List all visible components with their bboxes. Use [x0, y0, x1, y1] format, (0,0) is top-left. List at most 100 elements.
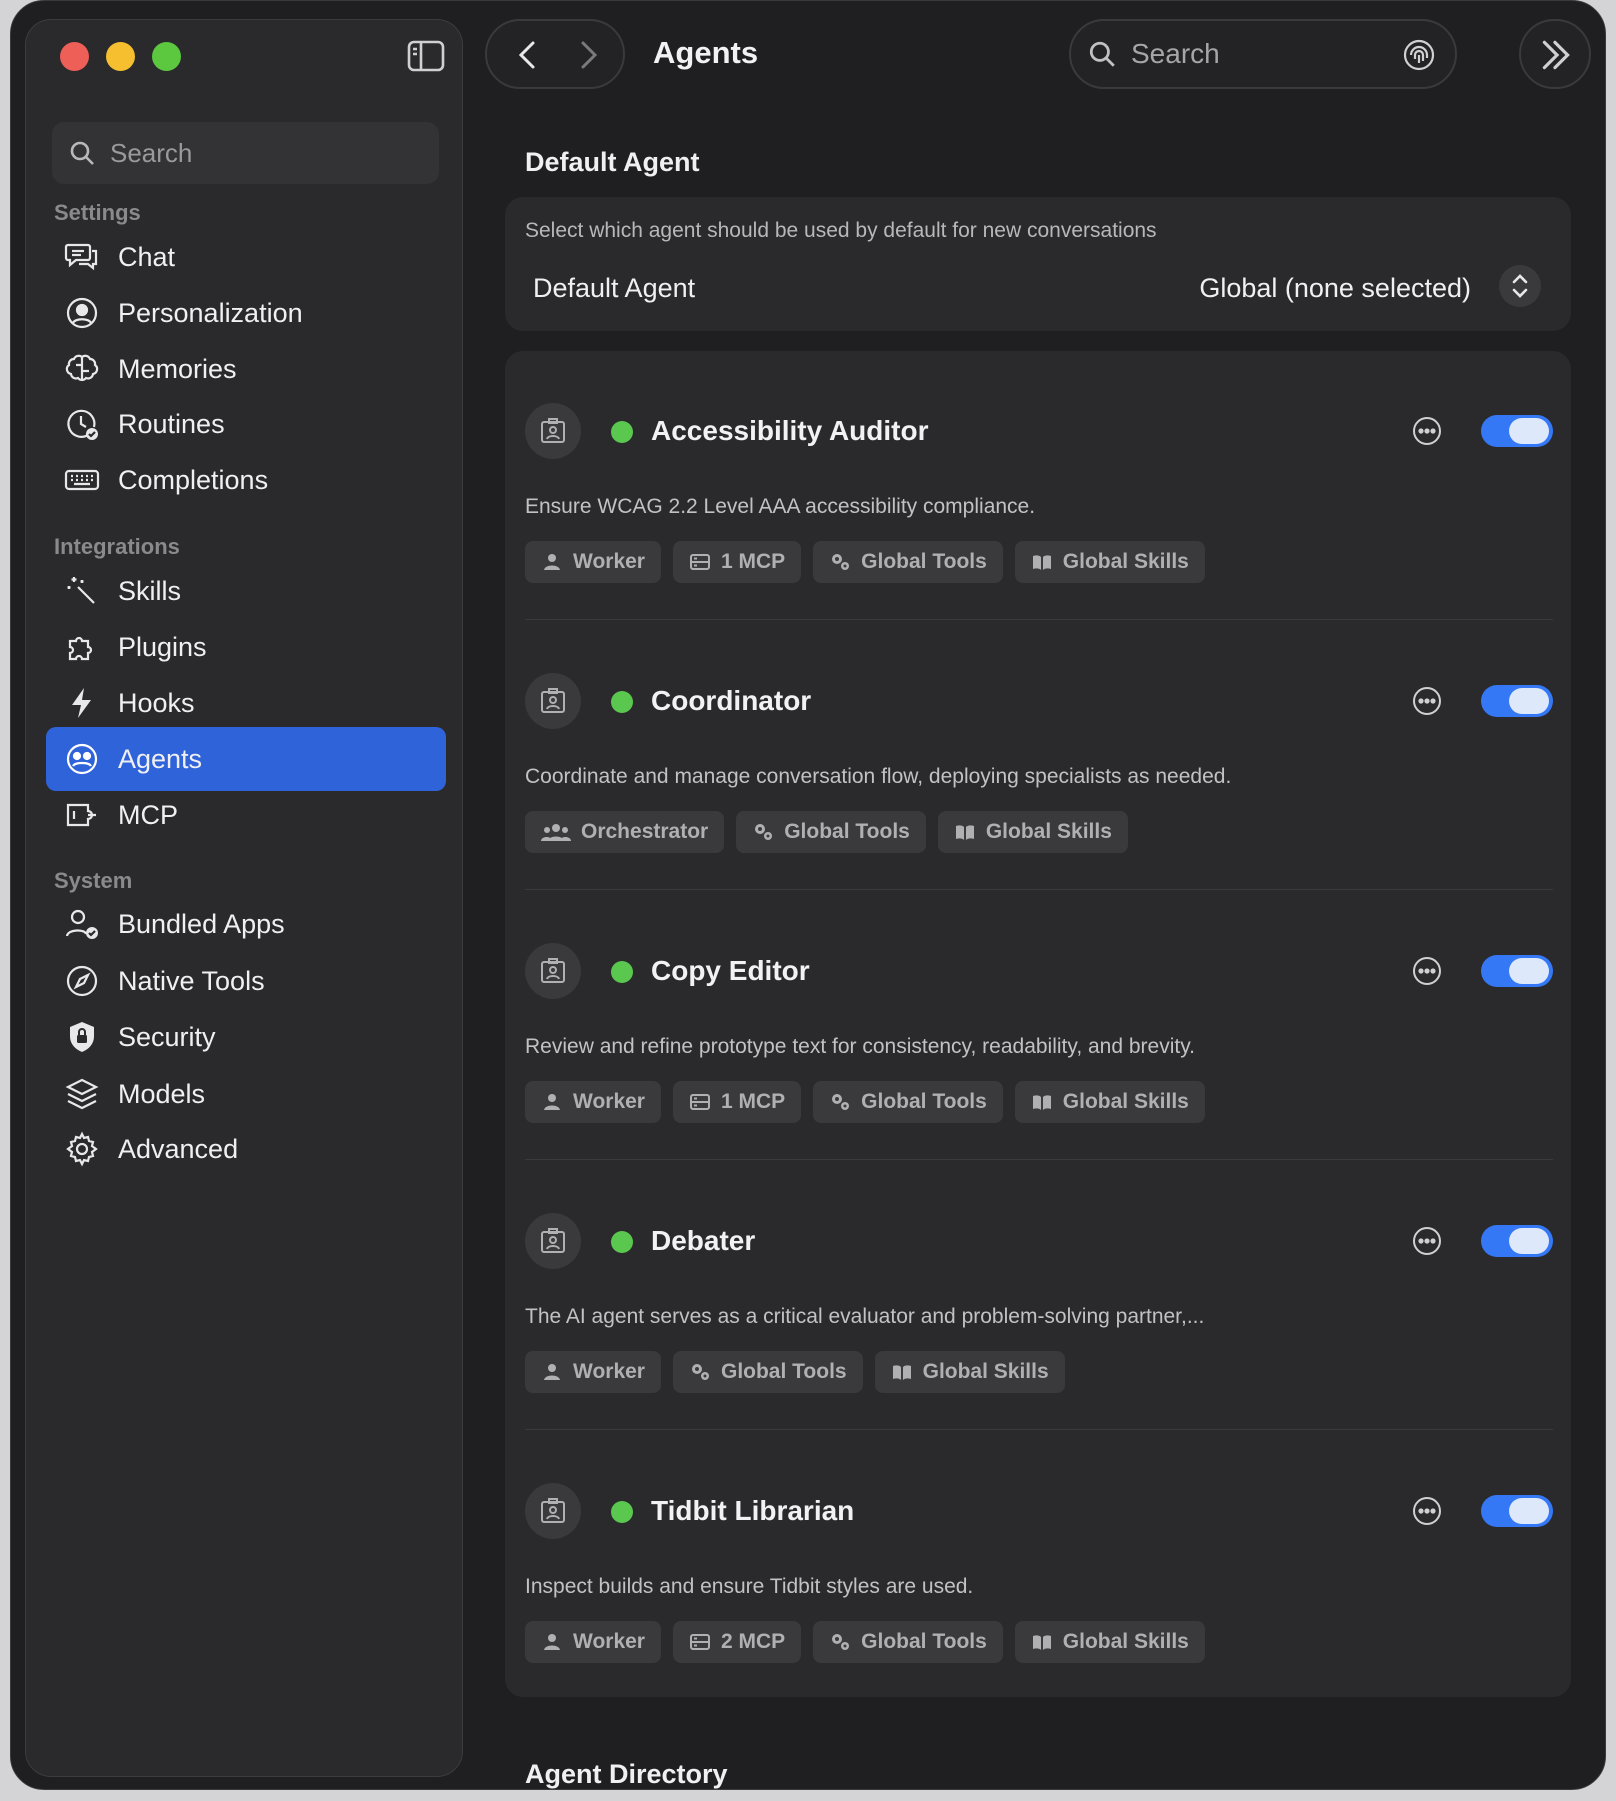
server-icon: [689, 554, 710, 570]
tag-chip: Worker: [525, 1621, 661, 1663]
agent-description: Inspect builds and ensure Tidbit styles …: [525, 1575, 974, 1598]
more-options-icon[interactable]: [1411, 1495, 1443, 1527]
divider: [525, 1429, 1553, 1430]
sidebar-item-label: Models: [118, 1078, 206, 1109]
compass-icon: [66, 965, 98, 997]
person-icon: [544, 554, 560, 570]
server-icon: [689, 1634, 710, 1650]
toolbar-search[interactable]: [1069, 19, 1457, 89]
agent-avatar: [525, 1483, 581, 1539]
agent-description: Coordinate and manage conversation flow,…: [525, 765, 1232, 788]
sidebar-item-agents[interactable]: Agents: [46, 727, 446, 791]
sidebar-item-label: Memories: [118, 353, 237, 384]
agent-enabled-toggle[interactable]: [1481, 1495, 1553, 1527]
chevron-up-down-icon: [1512, 274, 1528, 298]
zoom-window-button[interactable]: [152, 42, 181, 71]
book-icon: [955, 825, 974, 840]
toolbar-search-input[interactable]: [1131, 38, 1381, 70]
agent-tags: Orchestrator Global Tools Global Skills: [525, 811, 1128, 853]
agent-name: Copy Editor: [651, 955, 810, 986]
close-window-button[interactable]: [60, 42, 89, 71]
agent-row: Coordinator Coordinate and manage conver…: [505, 621, 1571, 891]
tag-chip: Global Tools: [813, 1621, 1003, 1663]
sidebar-item-label: Agents: [118, 743, 203, 774]
agent-enabled-toggle[interactable]: [1481, 685, 1553, 717]
agent-row: Copy Editor Review and refine prototype …: [505, 891, 1571, 1161]
agent-row: Tidbit Librarian Inspect builds and ensu…: [505, 1431, 1571, 1701]
more-options-icon[interactable]: [1411, 685, 1443, 717]
agent-enabled-toggle[interactable]: [1481, 1225, 1553, 1257]
sidebar-item-chat[interactable]: Chat: [46, 225, 446, 289]
sidebar-item-native-tools[interactable]: Native Tools: [46, 949, 446, 1013]
fingerprint-icon[interactable]: [1401, 37, 1437, 73]
sidebar-item-routines[interactable]: Routines: [46, 392, 446, 456]
puzzle-icon: [68, 636, 93, 661]
more-options-icon[interactable]: [1411, 955, 1443, 987]
forward-chevron-icon[interactable]: [569, 37, 605, 73]
back-chevron-icon[interactable]: [511, 37, 547, 73]
gears-icon: [832, 554, 850, 570]
person-icon: [544, 1364, 560, 1380]
sidebar-item-bundled-apps[interactable]: Bundled Apps: [46, 892, 446, 956]
gears-icon: [755, 824, 773, 840]
sidebar-search[interactable]: [52, 122, 439, 184]
window-controls: [60, 42, 181, 71]
tag-chip: Worker: [525, 541, 661, 583]
expand-panel-button[interactable]: [1519, 19, 1591, 89]
gear-icon: [66, 1131, 98, 1167]
sidebar-item-label: Native Tools: [118, 965, 265, 996]
sidebar-item-personalization[interactable]: Personalization: [46, 281, 446, 345]
sidebar-item-plugins[interactable]: Plugins: [46, 615, 446, 679]
sidebar-item-label: Completions: [118, 464, 269, 495]
agent-enabled-toggle[interactable]: [1481, 955, 1553, 987]
agent-avatar: [525, 403, 581, 459]
sidebar-item-mcp[interactable]: MCP: [46, 783, 446, 847]
minimize-window-button[interactable]: [106, 42, 135, 71]
divider: [525, 889, 1553, 890]
default-agent-card: Select which agent should be used by def…: [505, 197, 1571, 331]
default-agent-heading: Default Agent: [525, 147, 700, 177]
sidebar-item-advanced[interactable]: Advanced: [46, 1117, 446, 1181]
tag-chip: Worker: [525, 1351, 661, 1393]
default-agent-description: Select which agent should be used by def…: [525, 219, 1157, 242]
book-icon: [1032, 1635, 1051, 1650]
agent-enabled-toggle[interactable]: [1481, 415, 1553, 447]
sidebar-item-security[interactable]: Security: [46, 1005, 446, 1069]
page-title: Agents: [653, 35, 759, 70]
magic-wand-icon: [67, 577, 95, 604]
agent-row: Accessibility Auditor Ensure WCAG 2.2 Le…: [505, 351, 1571, 621]
mcp-icon: [66, 803, 96, 827]
search-icon: [1089, 41, 1115, 67]
agents-list: Accessibility Auditor Ensure WCAG 2.2 Le…: [505, 351, 1571, 1697]
tag-chip: Global Skills: [937, 811, 1128, 853]
divider: [525, 1159, 1553, 1160]
sidebar-item-label: Plugins: [118, 631, 207, 662]
person-icon: [544, 1634, 560, 1650]
sidebar-item-label: Skills: [118, 575, 182, 606]
agent-badge-icon: [541, 1498, 565, 1523]
sidebar-item-label: Bundled Apps: [118, 908, 285, 939]
more-options-icon[interactable]: [1411, 1225, 1443, 1257]
more-options-icon[interactable]: [1411, 415, 1443, 447]
sidebar-item-skills[interactable]: Skills: [46, 559, 446, 623]
sidebar-item-completions[interactable]: Completions: [46, 448, 446, 512]
agent-description: The AI agent serves as a critical evalua…: [525, 1305, 1205, 1328]
sidebar-toggle-icon[interactable]: [406, 38, 446, 74]
tag-chip: Worker: [525, 1081, 661, 1123]
book-icon: [892, 1365, 911, 1380]
sidebar-item-label: Hooks: [118, 687, 195, 718]
agent-tags: Worker Global Tools Global Skills: [525, 1351, 1065, 1393]
person-icon: [544, 1094, 560, 1110]
sidebar-search-input[interactable]: [110, 137, 410, 169]
sidebar-item-hooks[interactable]: Hooks: [46, 671, 446, 735]
tag-chip: 2 MCP: [672, 1621, 802, 1663]
navigation-controls: [485, 19, 625, 89]
book-icon: [1032, 1095, 1051, 1110]
default-agent-select-value[interactable]: Global (none selected): [1199, 273, 1471, 304]
default-agent-select[interactable]: [1499, 265, 1541, 307]
tag-chip: Global Skills: [1014, 1621, 1205, 1663]
lock-shield-icon: [70, 1022, 94, 1052]
agent-avatar: [525, 1213, 581, 1269]
gears-icon: [691, 1364, 709, 1380]
tag-chip: Global Skills: [1014, 541, 1205, 583]
